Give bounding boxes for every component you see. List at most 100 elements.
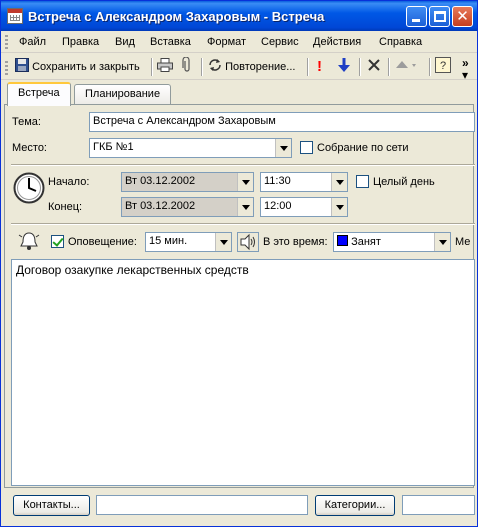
menu-file[interactable]: Файл [19, 36, 46, 48]
importance-high-button[interactable]: ! [317, 57, 322, 77]
start-label: Начало: [48, 176, 90, 188]
show-as-combo[interactable]: Занят [333, 232, 451, 252]
show-as-label: В это время: [263, 236, 328, 248]
label-field-truncated: Ме [455, 236, 471, 248]
appointment-window: Встреча с Александром Захаровым - Встреч… [0, 0, 478, 527]
importance-low-button[interactable] [338, 57, 350, 77]
location-combo[interactable]: ГКБ №1 [89, 138, 292, 158]
contacts-button-label: Контакты... [23, 499, 80, 511]
chevron-down-icon[interactable] [215, 233, 231, 251]
categories-button-label: Категории... [324, 499, 386, 511]
tab-strip: Встреча Планирование [1, 81, 477, 106]
subject-label: Тема: [12, 116, 41, 128]
chevron-down-icon[interactable] [237, 173, 253, 191]
speaker-icon [240, 233, 255, 251]
toolbar-separator [388, 58, 389, 76]
all-day-checkbox[interactable] [356, 175, 369, 188]
menu-format[interactable]: Формат [207, 36, 246, 48]
reminder-value: 15 мин. [149, 235, 188, 247]
menu-grip[interactable] [5, 35, 8, 49]
recurrence-button[interactable]: Повторение... [208, 57, 295, 77]
toolbar-separator [151, 58, 152, 76]
location-label: Место: [12, 142, 47, 154]
previous-item-icon [396, 61, 416, 68]
menu-bar: Файл Правка Вид Вставка Формат Сервис Де… [1, 31, 477, 53]
maximize-icon [434, 11, 446, 22]
chevron-down-icon[interactable] [331, 198, 347, 216]
toolbar: Сохранить и закрыть Повторение... ! ? » … [1, 54, 477, 81]
tab-scheduling-label: Планирование [85, 88, 161, 100]
subject-input[interactable]: Встреча с Александром Захаровым [89, 112, 475, 132]
end-date-combo[interactable]: Вт 03.12.2002 [121, 197, 254, 217]
start-date-value: Вт 03.12.2002 [125, 175, 196, 187]
location-value: ГКБ №1 [93, 141, 134, 153]
start-date-combo[interactable]: Вт 03.12.2002 [121, 172, 254, 192]
tab-appointment-label: Встреча [18, 87, 60, 99]
print-icon [157, 58, 173, 72]
contacts-input[interactable] [96, 495, 308, 515]
divider [11, 164, 475, 165]
toolbar-separator [359, 58, 360, 76]
minimize-icon [412, 19, 420, 22]
divider [11, 223, 475, 224]
start-time-combo[interactable]: 11:30 [260, 172, 348, 192]
print-button[interactable] [157, 57, 173, 77]
chevron-down-icon[interactable] [434, 233, 450, 251]
attach-icon [182, 56, 190, 72]
close-icon: ✕ [456, 8, 469, 25]
chevron-down-icon[interactable] [331, 173, 347, 191]
toolbar-grip[interactable] [5, 59, 8, 75]
toolbar-overflow-button[interactable]: » ▾ [462, 57, 469, 81]
toolbar-separator [429, 58, 430, 76]
reminder-combo[interactable]: 15 мин. [145, 232, 232, 252]
notes-text: Договор озакупке лекарственных средств [16, 263, 249, 277]
importance-high-icon: ! [317, 58, 322, 75]
save-close-label: Сохранить и закрыть [32, 61, 140, 73]
attach-button[interactable] [182, 56, 192, 77]
bell-icon [18, 232, 40, 250]
save-close-button[interactable]: Сохранить и закрыть [15, 57, 140, 77]
menu-tools[interactable]: Сервис [261, 36, 299, 48]
toolbar-separator [307, 58, 308, 76]
toolbar-separator [201, 58, 202, 76]
all-day-label: Целый день [373, 176, 435, 188]
menu-help[interactable]: Справка [379, 36, 422, 48]
help-icon: ? [435, 57, 451, 73]
online-meeting-checkbox[interactable] [300, 141, 313, 154]
end-time-combo[interactable]: 12:00 [260, 197, 348, 217]
delete-button[interactable] [367, 57, 381, 77]
maximize-button[interactable] [429, 6, 450, 27]
reminder-checkbox[interactable] [51, 235, 64, 248]
help-button[interactable]: ? [435, 57, 451, 77]
categories-button[interactable]: Категории... [315, 495, 395, 516]
categories-input[interactable] [402, 495, 475, 515]
title-bar[interactable]: Встреча с Александром Захаровым - Встреч… [1, 1, 477, 31]
tab-scheduling[interactable]: Планирование [74, 84, 172, 105]
end-date-value: Вт 03.12.2002 [125, 200, 196, 212]
chevron-down-icon[interactable] [275, 139, 291, 157]
menu-view[interactable]: Вид [115, 36, 135, 48]
contacts-button[interactable]: Контакты... [13, 495, 90, 516]
notes-body[interactable]: Договор озакупке лекарственных средств [11, 259, 475, 486]
chevron-down-icon[interactable] [237, 198, 253, 216]
start-time-value: 11:30 [264, 175, 291, 187]
menu-edit[interactable]: Правка [62, 36, 99, 48]
overflow-icon: » ▾ [462, 56, 469, 82]
close-button[interactable]: ✕ [452, 6, 473, 27]
recurrence-label: Повторение... [225, 61, 296, 73]
reminder-sound-button[interactable] [237, 232, 259, 252]
calendar-app-icon [7, 8, 23, 24]
busy-color-swatch [337, 235, 348, 246]
menu-actions[interactable]: Действия [313, 36, 361, 48]
online-meeting-label: Собрание по сети [317, 142, 409, 154]
end-time-value: 12:00 [264, 200, 292, 212]
svg-text:?: ? [440, 60, 446, 72]
previous-item-button[interactable] [395, 57, 417, 77]
save-icon [15, 58, 29, 72]
end-label: Конец: [48, 201, 83, 213]
reminder-label: Оповещение: [68, 236, 137, 248]
delete-icon [368, 59, 380, 71]
minimize-button[interactable] [406, 6, 427, 27]
menu-insert[interactable]: Вставка [150, 36, 191, 48]
tab-appointment[interactable]: Встреча [7, 82, 71, 106]
